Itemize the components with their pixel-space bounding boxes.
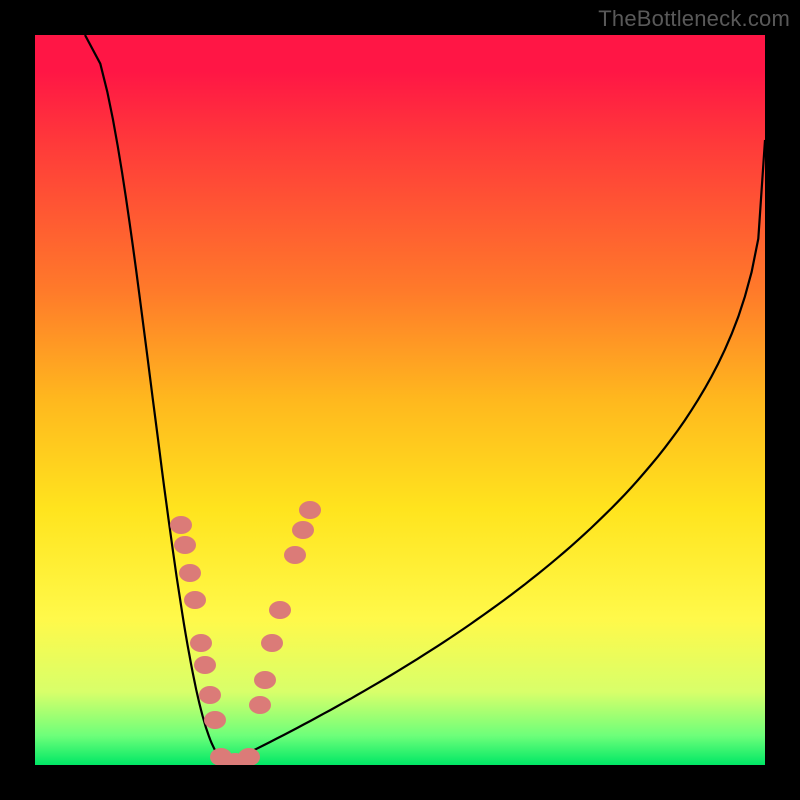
data-marker [224,753,246,765]
data-marker [210,748,232,765]
data-marker [284,546,306,564]
data-markers [170,501,321,765]
data-marker [254,671,276,689]
data-marker [194,656,216,674]
data-marker [199,686,221,704]
data-marker [292,521,314,539]
data-marker [204,711,226,729]
data-marker [249,696,271,714]
data-marker [261,634,283,652]
data-marker [190,634,212,652]
data-marker [238,748,260,765]
data-marker [299,501,321,519]
data-marker [269,601,291,619]
bottleneck-curve [85,35,765,763]
data-marker [179,564,201,582]
watermark-text: TheBottleneck.com [598,6,790,32]
v-curve-path [85,35,765,763]
data-marker [170,516,192,534]
plot-area [35,35,765,765]
data-marker [184,591,206,609]
chart-frame: TheBottleneck.com [0,0,800,800]
data-marker [174,536,196,554]
curve-svg [35,35,765,765]
